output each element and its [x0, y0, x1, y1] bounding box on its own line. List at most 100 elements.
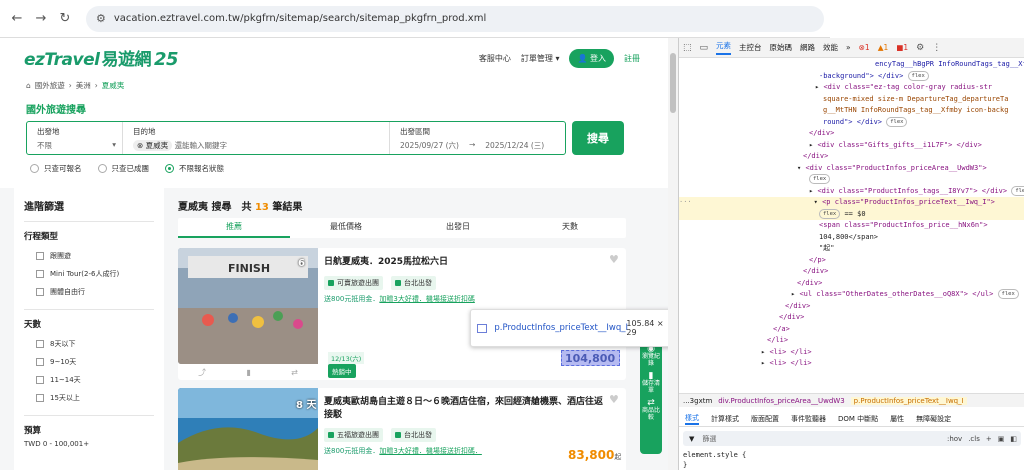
flex-badge[interactable]: flex — [809, 174, 831, 184]
inspect-icon[interactable]: ⬚ — [683, 43, 692, 53]
more-icon[interactable]: ⋮ — [932, 43, 941, 53]
flex-badge[interactable]: flex — [886, 116, 908, 127]
dom-line[interactable]: </div> — [679, 128, 1024, 140]
register-link[interactable]: 註冊 — [624, 53, 640, 64]
flex-badge[interactable]: flex — [907, 70, 929, 81]
product-image[interactable]: 8 天 — [178, 388, 318, 470]
promo-b[interactable]: 加贈3大好禮．機場接送折扣碼 — [379, 295, 474, 303]
dom-line[interactable]: ▸ <ul class="OtherDates_otherDates__oQ8X… — [679, 289, 1024, 301]
filter-option[interactable]: 11~14天 — [14, 371, 164, 389]
radio-bookable[interactable]: 只查可報名 — [30, 163, 82, 174]
tab-event-listeners[interactable]: 事件監聽器 — [791, 414, 826, 424]
dom-line[interactable]: round"> </div> flex — [679, 116, 1024, 129]
date-from[interactable]: 2025/09/27 (六) — [400, 140, 459, 151]
warning-count[interactable]: ▲1 — [878, 43, 889, 52]
favorite-icon[interactable]: ♥ — [609, 254, 620, 265]
tab-departure[interactable]: 出發日 — [402, 218, 514, 238]
radio-confirmed[interactable]: 只查已成團 — [97, 163, 149, 174]
dom-line[interactable]: ▾ <div class="ProductInfos_priceArea__Uw… — [679, 163, 1024, 175]
reload-icon[interactable]: ↻ — [56, 10, 74, 28]
tab-console[interactable]: 主控台 — [739, 42, 762, 53]
dom-line[interactable]: encyTag__hBgPR InfoRoundTags_tag__Xfmby … — [679, 59, 1024, 71]
computed-style-icon[interactable]: ▣ — [998, 435, 1005, 443]
history-button[interactable]: ◉ 瀏覽紀錄 — [640, 345, 662, 368]
date-range-field[interactable]: 出發區間 2025/09/27 (六) → 2025/12/24 (三) — [390, 122, 565, 154]
gear-icon[interactable]: ⚙ — [916, 43, 924, 53]
breadcrumb-item[interactable]: 美洲 — [76, 80, 91, 91]
tab-lowest-price[interactable]: 最低價格 — [290, 218, 402, 238]
tab-days[interactable]: 天數 — [514, 218, 626, 238]
style-rule-line[interactable]: element.style { — [683, 450, 746, 460]
tab-sources[interactable]: 原始碼 — [770, 42, 793, 53]
favorite-icon[interactable]: ♥ — [609, 394, 620, 405]
dom-crumb[interactable]: ...3gxtm — [683, 397, 712, 405]
flex-badge[interactable]: flex — [1011, 185, 1024, 196]
more-tabs-icon[interactable]: » — [846, 43, 851, 52]
filter-option[interactable]: 跟團遊 — [14, 247, 164, 265]
dom-line[interactable]: "起" — [679, 243, 1024, 255]
address-bar[interactable]: ⚙ vacation.eztravel.com.tw/pkgfrn/sitema… — [86, 5, 824, 32]
dom-line[interactable]: </div> — [679, 278, 1024, 290]
tab-layout[interactable]: 版面配置 — [751, 414, 779, 424]
dom-line[interactable]: flex — [679, 174, 1024, 186]
dom-line-selected[interactable]: ··· ▾ <p class="ProductInfos_priceText__I… — [679, 197, 1024, 209]
destination-field[interactable]: 目的地 ⊗ 夏威夷 還能輸入關鍵字 — [123, 122, 390, 154]
back-icon[interactable]: ← — [8, 10, 26, 28]
tab-elements[interactable]: 元素 — [716, 40, 732, 55]
departure-field[interactable]: 出發地 不限 ▾ — [27, 122, 123, 154]
dom-line[interactable]: ▸ <li> </li> — [679, 347, 1024, 359]
tab-accessibility[interactable]: 無障礙設定 — [916, 414, 951, 424]
bookmark-icon[interactable]: ▮ — [246, 368, 250, 377]
dom-crumb-active[interactable]: p.ProductInfos_priceText__Iwq_I — [850, 396, 967, 405]
tab-network[interactable]: 網路 — [800, 42, 815, 53]
product-title[interactable]: 日航夏威夷．2025馬拉松六日 — [324, 256, 609, 269]
dom-line-selected[interactable]: flex == $0 — [679, 208, 1024, 220]
dom-crumb[interactable]: div.ProductInfos_priceArea__UwdW3 — [718, 397, 844, 405]
site-logo[interactable]: ezTravel 易遊網 25 — [24, 45, 179, 70]
add-rule-button[interactable]: + — [986, 435, 992, 443]
dom-line[interactable]: ▸ <div class="ez-tag color-gray radius-s… — [679, 82, 1024, 94]
scroll-thumb[interactable] — [670, 53, 676, 113]
dom-line[interactable]: -background"> </div> flex — [679, 70, 1024, 83]
class-toggle[interactable]: .cls — [968, 435, 980, 443]
dom-line[interactable]: ▸ <div class="Gifts_gifts__i1L7F"> </div… — [679, 140, 1024, 152]
dom-line[interactable]: </div> — [679, 266, 1024, 278]
budget-range[interactable]: TWD 0 - 100,001+ — [14, 436, 164, 452]
tab-recommended[interactable]: 推薦 — [178, 218, 290, 238]
dom-line[interactable]: g__MtTHN InfoRoundTags_tag__Xfmby icon-b… — [679, 105, 1024, 117]
hover-state-toggle[interactable]: :hov — [947, 435, 962, 443]
tab-styles[interactable]: 樣式 — [685, 413, 699, 425]
styles-filter[interactable]: ▼ 篩選 :hov .cls + ▣ ◧ — [683, 431, 1021, 446]
site-info-icon[interactable]: ⚙ — [96, 12, 106, 25]
filter-option[interactable]: 8天以下 — [14, 335, 164, 353]
dom-line[interactable]: <span class="ProductInfos_price__hNx6n"> — [679, 220, 1024, 232]
home-icon[interactable]: ⌂ — [26, 81, 31, 90]
filter-option[interactable]: 團體自由行 — [14, 283, 164, 301]
dom-line[interactable]: </a> — [679, 324, 1024, 336]
flex-badge[interactable]: flex — [997, 289, 1019, 299]
sidebar-toggle-icon[interactable]: ◧ — [1010, 435, 1017, 443]
search-button[interactable]: 搜尋 — [572, 121, 624, 155]
product-card[interactable]: 8 天 夏威夷歐胡島自主遊８日～６晚酒店住宿，來回經濟艙機票、酒店往返接駁 五福… — [178, 388, 626, 470]
login-button[interactable]: 👤 登入 — [569, 49, 614, 68]
dom-line[interactable]: </div> — [679, 301, 1024, 313]
breadcrumb-item[interactable]: 國外旅遊 — [35, 80, 65, 91]
dom-line[interactable]: ▸ <div class="ProductInfos_tags__I8Yv7">… — [679, 185, 1024, 198]
dom-line[interactable]: 104,800</span> — [679, 232, 1024, 244]
compare-icon[interactable]: ⇄ — [291, 368, 298, 377]
destination-chip[interactable]: ⊗ 夏威夷 — [133, 140, 173, 151]
error-count[interactable]: ⊗1 — [859, 43, 870, 52]
page-scrollbar[interactable] — [668, 38, 678, 470]
dom-line[interactable]: </li> — [679, 335, 1024, 347]
tab-performance[interactable]: 效能 — [823, 42, 838, 53]
dom-line[interactable]: </div> — [679, 151, 1024, 163]
tab-properties[interactable]: 屬性 — [890, 414, 904, 424]
date-to[interactable]: 2025/12/24 (三) — [485, 140, 544, 151]
service-link[interactable]: 客服中心 — [479, 53, 511, 64]
tab-dom-breakpoints[interactable]: DOM 中斷點 — [838, 414, 878, 424]
filter-option[interactable]: Mini Tour(2-6人成行) — [14, 265, 164, 283]
promo-b[interactable]: 加贈3大好禮．機場接送折扣碼． — [379, 447, 481, 455]
orders-menu[interactable]: 訂單管理 ▾ — [521, 53, 560, 64]
saved-list-button[interactable]: ▮ 儲存清單 — [640, 372, 662, 395]
filter-option[interactable]: 9~10天 — [14, 353, 164, 371]
